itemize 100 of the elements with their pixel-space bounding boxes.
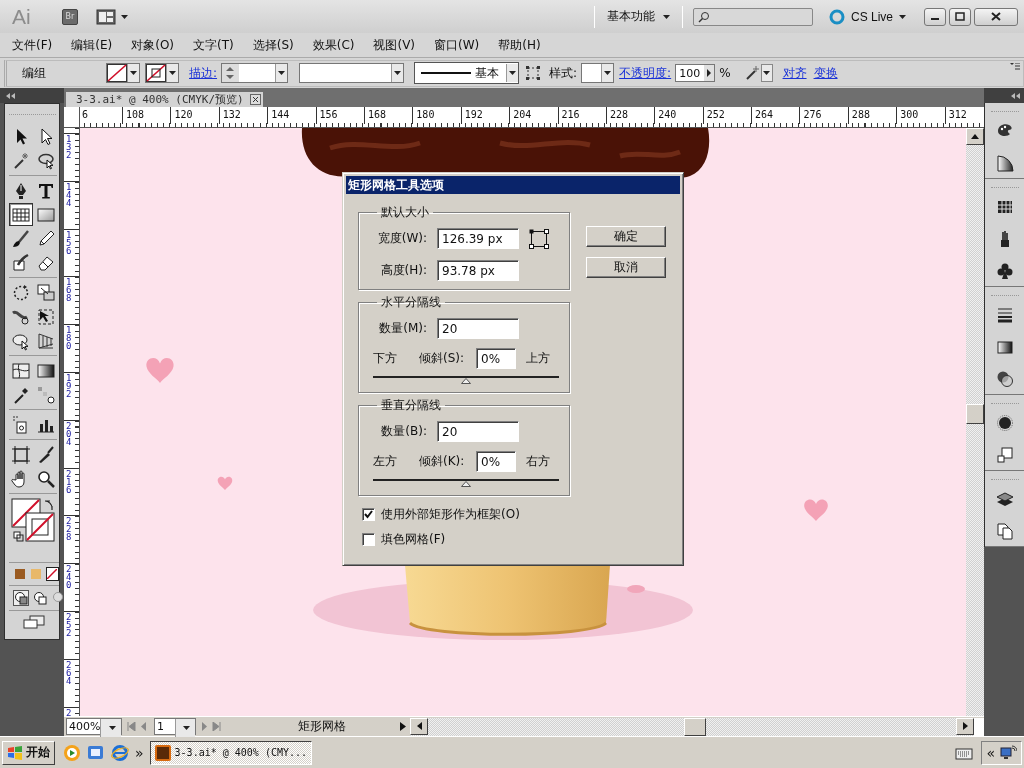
menu-item[interactable]: 窗口(W) <box>427 36 487 54</box>
skew-slider[interactable] <box>373 479 559 487</box>
transform-link[interactable]: 变换 <box>813 64 838 82</box>
minimize-button[interactable] <box>924 7 946 26</box>
up-arrow-icon[interactable] <box>971 134 979 139</box>
zoom-dropdown[interactable]: 400% <box>66 718 122 735</box>
pages-icon[interactable] <box>994 521 1015 541</box>
panel-menu-icon[interactable] <box>1010 63 1020 71</box>
stacked-squares-icon[interactable] <box>994 445 1015 465</box>
search-field[interactable] <box>692 7 813 26</box>
start-button[interactable]: 开始 <box>2 740 55 765</box>
opacity-link[interactable]: 不透明度: <box>619 64 672 82</box>
slider-thumb[interactable] <box>461 481 471 487</box>
menu-item[interactable]: 帮助(H) <box>491 36 548 54</box>
scroll-thumb[interactable] <box>966 404 984 424</box>
fill-swatch-dropdown[interactable] <box>106 63 140 83</box>
cs-live-button[interactable]: CS Live <box>828 8 906 25</box>
more-button[interactable]: » <box>135 744 144 761</box>
draw-behind-button[interactable] <box>32 590 48 606</box>
keyboard-icon[interactable] <box>955 745 974 760</box>
checkbox-box[interactable] <box>362 508 375 521</box>
brush-icon <box>11 228 31 249</box>
network-icon[interactable] <box>999 744 1017 761</box>
skew-field[interactable]: 0% <box>476 348 516 369</box>
count-field[interactable]: 20 <box>437 421 519 442</box>
artboard-dropdown[interactable]: 1 <box>154 718 196 735</box>
opacity-field[interactable]: 100 <box>675 64 716 82</box>
menu-item[interactable]: 视图(V) <box>366 36 423 54</box>
tray-expand-button[interactable]: « <box>986 744 995 761</box>
menu-item[interactable]: 对象(O) <box>124 36 182 54</box>
checkbox-box[interactable] <box>362 533 375 546</box>
none-mode-button[interactable] <box>45 567 59 581</box>
ruler-label: 264 <box>755 109 774 120</box>
workspace-switcher[interactable]: 基本功能 <box>606 8 670 25</box>
ruler-label: 120 <box>174 109 193 120</box>
wand-icon <box>744 65 761 81</box>
caret-icon <box>763 71 771 75</box>
dark-circle-icon[interactable] <box>994 413 1015 433</box>
menu-item[interactable]: 文件(F) <box>5 36 60 54</box>
skew-slider[interactable] <box>373 376 559 384</box>
menu-item[interactable]: 文字(T) <box>186 36 241 54</box>
collapse-icon[interactable] <box>1011 92 1020 99</box>
stroke-swatch-dropdown[interactable] <box>145 63 179 83</box>
checkbox[interactable]: 填色网格(F) <box>362 531 680 548</box>
size-field[interactable]: 126.39 px <box>437 228 519 249</box>
caret-icon <box>662 14 670 19</box>
ruler-label: 192 <box>464 109 483 120</box>
skew-field[interactable]: 0% <box>476 451 516 472</box>
draw-normal-button[interactable] <box>13 590 29 606</box>
heart-shape <box>217 476 233 490</box>
ok-button[interactable]: 确定 <box>586 226 666 247</box>
close-icon[interactable] <box>249 94 261 105</box>
horizontal-scrollbar[interactable] <box>410 717 984 736</box>
color-mode-button[interactable] <box>13 567 27 581</box>
screen-mode-icon[interactable] <box>23 615 45 629</box>
align-link[interactable]: 对齐 <box>782 64 807 82</box>
document-tab[interactable]: 3-3.ai* @ 400% (CMYK/预览) <box>66 92 263 107</box>
vertical-scrollbar[interactable] <box>966 128 984 716</box>
style-swatch-dropdown[interactable] <box>581 63 615 83</box>
reference-point-icon[interactable] <box>529 228 549 249</box>
menu-item[interactable]: 效果(C) <box>305 36 362 54</box>
taskbar-window-button[interactable]: 3-3.ai* @ 400% (CMY... <box>149 740 312 765</box>
stroke-weight-field[interactable] <box>221 63 289 83</box>
left-arrow-icon[interactable] <box>416 722 422 730</box>
arrange-documents-button[interactable] <box>96 8 128 25</box>
percent-label: % <box>719 66 731 80</box>
checkbox[interactable]: 使用外部矩形作为框架(O) <box>362 506 680 523</box>
artboard-tool[interactable] <box>9 443 33 466</box>
ruler-label: 6 <box>82 109 89 120</box>
quarter-gradient-icon[interactable] <box>994 153 1015 173</box>
slider-thumb[interactable] <box>461 378 471 384</box>
cancel-button[interactable]: 取消 <box>586 257 666 278</box>
brush-dropdown[interactable] <box>299 63 405 83</box>
field-label: 倾斜(S): <box>419 350 466 367</box>
maximize-button[interactable] <box>949 7 971 26</box>
size-field[interactable]: 93.78 px <box>437 260 519 281</box>
menu-item[interactable]: 选择(S) <box>245 36 301 54</box>
caret-icon <box>108 726 116 730</box>
count-field[interactable]: 20 <box>437 318 519 339</box>
pencil-icon <box>36 228 56 249</box>
scale-tool[interactable] <box>34 281 58 304</box>
collapse-icon[interactable] <box>6 92 15 99</box>
ruler-label: 156 <box>319 109 338 120</box>
swatch-icon <box>31 569 41 579</box>
right-arrow-icon[interactable] <box>962 722 968 730</box>
recolor-dropdown[interactable] <box>744 63 773 83</box>
stroke-link[interactable]: 描边: <box>189 64 218 82</box>
dashed-square-icon[interactable] <box>526 66 541 80</box>
ruler-label: 180 <box>416 109 435 120</box>
desktop-icon[interactable] <box>87 743 105 762</box>
media-player-icon[interactable] <box>63 743 81 762</box>
browser-icon[interactable] <box>111 743 129 762</box>
stroke-profile-dropdown[interactable]: 基本 <box>414 62 520 84</box>
grid-tool[interactable] <box>9 203 33 226</box>
menu-item[interactable]: 编辑(E) <box>64 36 120 54</box>
scroll-thumb[interactable] <box>684 717 706 736</box>
close-button[interactable] <box>974 7 1018 26</box>
ruler-label: 180 <box>66 326 72 351</box>
caret-icon <box>182 726 190 730</box>
bridge-button[interactable]: Br <box>62 8 78 25</box>
